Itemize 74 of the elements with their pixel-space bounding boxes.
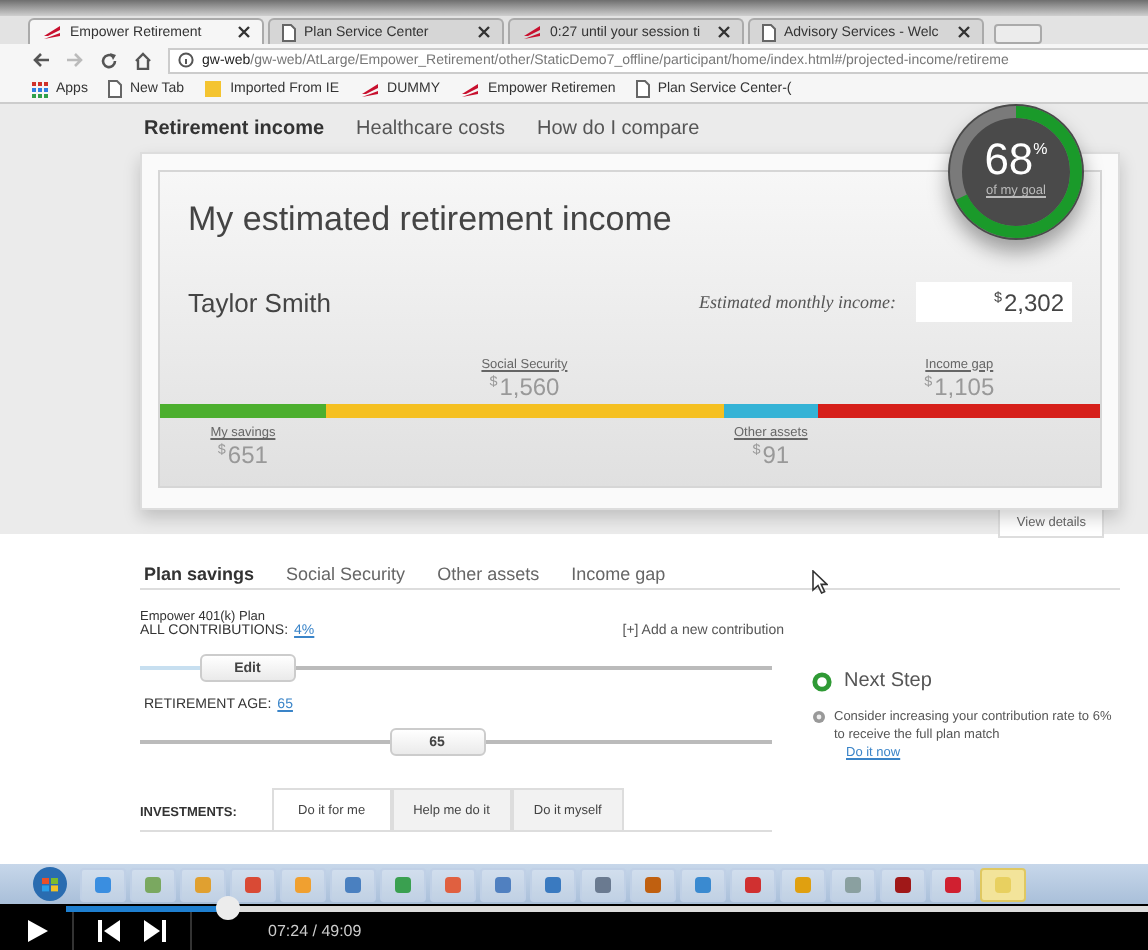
app-icon bbox=[994, 875, 1012, 893]
close-icon bbox=[238, 26, 250, 38]
person-name: Taylor Smith bbox=[188, 287, 334, 317]
nav-tab[interactable]: Healthcare costs bbox=[356, 117, 506, 139]
back-arrow-icon bbox=[32, 52, 50, 68]
app-icon bbox=[944, 875, 962, 893]
app-icon bbox=[494, 875, 512, 893]
taskbar-app-button[interactable] bbox=[380, 867, 426, 901]
app-icon bbox=[894, 875, 912, 893]
app-icon bbox=[194, 875, 212, 893]
swoosh-logo-icon bbox=[522, 24, 542, 40]
plan-tab[interactable]: Income gap bbox=[571, 563, 666, 583]
skip-back-icon bbox=[98, 920, 120, 942]
mouse-cursor-icon bbox=[812, 570, 828, 594]
taskbar-app-button[interactable] bbox=[80, 867, 126, 901]
taskbar-app-button[interactable] bbox=[680, 867, 726, 901]
nav-tab[interactable]: Retirement income bbox=[144, 117, 325, 139]
next-step-title: Next Step bbox=[844, 670, 932, 692]
info-icon bbox=[178, 52, 194, 68]
close-icon bbox=[478, 26, 490, 38]
taskbar-app-button[interactable] bbox=[480, 867, 526, 901]
app-icon bbox=[644, 875, 662, 893]
goal-ring-drawing bbox=[946, 104, 1086, 242]
segment-amount: $^{$}$651 bbox=[217, 440, 268, 469]
app-icon bbox=[794, 875, 812, 893]
plan-tab[interactable]: Plan savings bbox=[144, 563, 255, 583]
segment-amount: $^{$}$1,105 bbox=[924, 371, 995, 400]
close-icon bbox=[958, 26, 970, 38]
status-ring-icon bbox=[812, 671, 832, 691]
app-icon bbox=[744, 875, 762, 893]
app-icon bbox=[144, 875, 162, 893]
segment-amount: $^{$}$91 bbox=[752, 440, 790, 469]
taskbar-app-button[interactable] bbox=[580, 867, 626, 901]
gear-icon bbox=[812, 710, 826, 724]
monthly-income-label: Estimated monthly income: bbox=[699, 292, 896, 312]
app-icon bbox=[594, 875, 612, 893]
plan-tab[interactable]: Other assets bbox=[437, 563, 540, 583]
start-orb-icon bbox=[32, 866, 68, 902]
swoosh-logo-icon bbox=[359, 81, 380, 97]
plan-tab[interactable]: Social Security bbox=[286, 563, 406, 583]
swoosh-logo-icon bbox=[460, 81, 480, 97]
progress-handle[interactable] bbox=[216, 896, 241, 920]
swoosh-logo-icon bbox=[42, 24, 62, 40]
playback-time: 07:24 / 49:09 bbox=[268, 922, 362, 940]
taskbar-app-button[interactable] bbox=[330, 867, 376, 901]
app-icon bbox=[294, 875, 312, 893]
new-tab-button[interactable] bbox=[994, 24, 1042, 44]
taskbar-app-button[interactable] bbox=[630, 867, 676, 901]
segment-amount: $^{$}$1,560 bbox=[489, 371, 560, 400]
taskbar-app-button[interactable] bbox=[530, 867, 576, 901]
app-icon bbox=[844, 875, 862, 893]
skip-forward-icon bbox=[144, 920, 166, 942]
taskbar-app-button[interactable] bbox=[730, 867, 776, 901]
taskbar-app-button[interactable] bbox=[930, 867, 976, 901]
app-icon bbox=[544, 875, 562, 893]
taskbar-app-button[interactable] bbox=[880, 867, 926, 901]
app-icon bbox=[694, 875, 712, 893]
folder-icon bbox=[204, 80, 223, 98]
card-title: My estimated retirement income bbox=[188, 200, 672, 242]
app-icon bbox=[244, 875, 262, 893]
close-icon bbox=[718, 26, 730, 38]
app-icon bbox=[94, 875, 112, 893]
reload-icon bbox=[100, 51, 118, 69]
home-icon bbox=[134, 51, 152, 69]
taskbar-app-button[interactable] bbox=[430, 867, 476, 901]
app-icon bbox=[444, 875, 462, 893]
nav-tab[interactable]: How do I compare bbox=[537, 117, 700, 139]
goal-percent: 68$^{%}$ bbox=[984, 132, 1048, 184]
apps-grid-icon bbox=[32, 81, 48, 97]
app-icon bbox=[394, 875, 412, 893]
app-icon bbox=[344, 875, 362, 893]
monthly-income-value: $^{$}$2,302 bbox=[916, 281, 1072, 323]
forward-arrow-icon bbox=[66, 52, 84, 68]
play-icon bbox=[28, 920, 48, 942]
